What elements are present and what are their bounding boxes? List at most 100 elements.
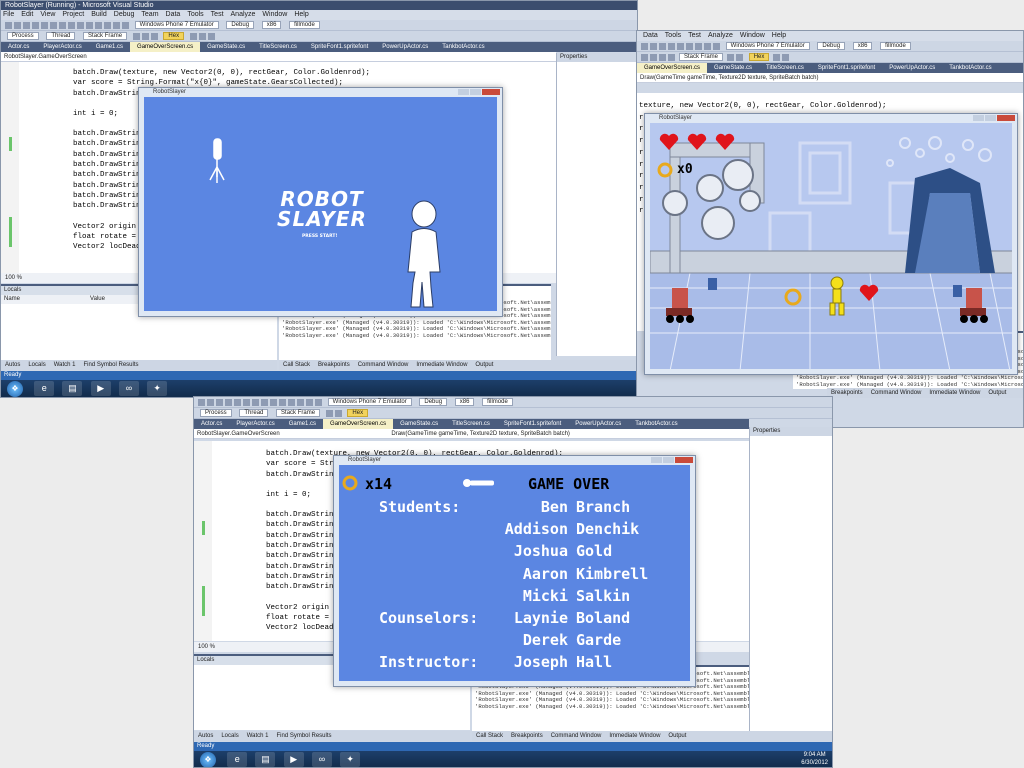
class-path[interactable]: RobotSlayer.GameOverScreen bbox=[4, 54, 87, 60]
debug-tab[interactable]: Immediate Window bbox=[929, 390, 980, 396]
clock[interactable]: 9:04 AM 6/30/2012 bbox=[801, 751, 828, 767]
doc-tab[interactable]: TitleScreen.cs bbox=[759, 63, 811, 73]
menu-item[interactable]: Tools bbox=[665, 32, 681, 39]
menu-item[interactable]: Debug bbox=[114, 11, 135, 18]
start-button[interactable]: ❖ bbox=[7, 381, 23, 397]
doc-tab[interactable]: GameState.cs bbox=[393, 419, 445, 429]
vs-icon[interactable]: ∞ bbox=[118, 381, 139, 396]
menu-item[interactable]: Window bbox=[262, 11, 287, 18]
method-path[interactable]: Draw(GameTime gameTime, Texture2D textur… bbox=[640, 75, 819, 81]
debug-tab[interactable]: Watch 1 bbox=[247, 733, 269, 739]
process-dropdown-bottom[interactable]: Process bbox=[200, 409, 232, 417]
stack-frame-dropdown[interactable]: Stack Frame bbox=[83, 32, 128, 40]
hex-button-bottom[interactable]: Hex bbox=[347, 409, 369, 417]
debug-tab[interactable]: Immediate Window bbox=[416, 362, 467, 368]
game-icon[interactable]: ✦ bbox=[147, 381, 168, 396]
media-icon[interactable]: ▶ bbox=[90, 381, 111, 396]
config-dropdown[interactable]: Debug bbox=[226, 21, 255, 29]
debug-tab[interactable]: Breakpoints bbox=[318, 362, 350, 368]
game-window-credits[interactable]: RobotSlayer x14 GAME OVER Students: Ben Br… bbox=[333, 455, 696, 687]
folder-icon[interactable]: ▤ bbox=[62, 381, 83, 396]
ie-icon[interactable]: e bbox=[34, 381, 55, 396]
platform-dropdown-bottom[interactable]: Windows Phone 7 Emulator bbox=[327, 398, 412, 406]
menu-item[interactable]: File bbox=[3, 11, 14, 18]
doc-tab[interactable]: PowerUpActor.cs bbox=[375, 42, 435, 52]
debug-tab[interactable]: Call Stack bbox=[283, 362, 310, 368]
class-path-bottom[interactable]: RobotSlayer.GameOverScreen bbox=[197, 431, 280, 437]
menu-item[interactable]: Test bbox=[211, 11, 224, 18]
menu-item[interactable]: Build bbox=[91, 11, 107, 18]
find-box[interactable]: fillmode bbox=[289, 21, 320, 29]
debug-tab[interactable]: Find Symbol Results bbox=[83, 362, 138, 368]
doc-tab[interactable]: PlayerActor.cs bbox=[36, 42, 88, 52]
doc-tab[interactable]: GameState.cs bbox=[200, 42, 252, 52]
config-dropdown-bottom[interactable]: Debug bbox=[419, 398, 448, 406]
media-icon[interactable]: ▶ bbox=[283, 752, 304, 767]
doc-tab[interactable]: PlayerActor.cs bbox=[229, 419, 281, 429]
menu-item[interactable]: Team bbox=[141, 11, 158, 18]
doc-tab[interactable]: TankbotActor.cs bbox=[435, 42, 491, 52]
start-button-bottom[interactable]: ❖ bbox=[200, 752, 216, 767]
doc-tab[interactable]: TitleScreen.cs bbox=[252, 42, 304, 52]
menu-item[interactable]: View bbox=[40, 11, 55, 18]
debug-tab[interactable]: Call Stack bbox=[476, 733, 503, 739]
doc-tab[interactable]: SpriteFont1.spritefont bbox=[811, 63, 882, 73]
debug-tab[interactable]: Command Window bbox=[551, 733, 602, 739]
debug-tab[interactable]: Watch 1 bbox=[54, 362, 76, 368]
hex-button[interactable]: Hex bbox=[163, 32, 185, 40]
stack-frame-dropdown-bottom[interactable]: Stack Frame bbox=[276, 409, 321, 417]
doc-tab[interactable]: TankbotActor.cs bbox=[628, 419, 684, 429]
game-window-play[interactable]: RobotSlayer x0 bbox=[644, 113, 1018, 375]
debug-tab[interactable]: Output bbox=[988, 390, 1006, 396]
find-box-bottom[interactable]: fillmode bbox=[482, 398, 513, 406]
debug-tab[interactable]: Breakpoints bbox=[511, 733, 543, 739]
stack-frame-dropdown-right[interactable]: Stack Frame bbox=[679, 53, 724, 61]
hex-button-right[interactable]: Hex bbox=[748, 53, 770, 61]
doc-tab[interactable]: TitleScreen.cs bbox=[445, 419, 497, 429]
menu-item[interactable]: Window bbox=[740, 32, 765, 39]
method-path-bottom[interactable]: Draw(GameTime gameTime, Texture2D textur… bbox=[391, 431, 570, 437]
debug-tab[interactable]: Output bbox=[668, 733, 686, 739]
menu-item[interactable]: Help bbox=[294, 11, 308, 18]
thread-dropdown[interactable]: Thread bbox=[46, 32, 76, 40]
doc-tab[interactable]: SpriteFont1.spritefont bbox=[304, 42, 375, 52]
menu-item[interactable]: Analyze bbox=[708, 32, 733, 39]
find-box-right[interactable]: fillmode bbox=[880, 42, 911, 50]
debug-tab[interactable]: Find Symbol Results bbox=[276, 733, 331, 739]
config-dropdown-right[interactable]: Debug bbox=[817, 42, 846, 50]
game-window-title[interactable]: RobotSlayer ROBOT SLAYER PRESS START! bbox=[138, 87, 503, 317]
debug-tab[interactable]: Output bbox=[475, 362, 493, 368]
doc-tab[interactable]: GameState.cs bbox=[707, 63, 759, 73]
menu-item[interactable]: Project bbox=[62, 11, 84, 18]
doc-tab[interactable]: PowerUpActor.cs bbox=[568, 419, 628, 429]
doc-tab[interactable]: Actor.cs bbox=[194, 419, 229, 429]
doc-tab[interactable]: GameOverScreen.cs bbox=[323, 419, 394, 429]
ie-icon[interactable]: e bbox=[227, 752, 248, 767]
menu-item[interactable]: Test bbox=[688, 32, 701, 39]
cpu-dropdown[interactable]: x86 bbox=[261, 21, 282, 29]
menu-item[interactable]: Data bbox=[643, 32, 658, 39]
menu-item[interactable]: Data bbox=[166, 11, 181, 18]
cpu-dropdown-right[interactable]: x86 bbox=[852, 42, 873, 50]
doc-tab[interactable]: GameOverScreen.cs bbox=[130, 42, 201, 52]
zoom-level-bottom[interactable]: 100 % bbox=[198, 644, 215, 650]
debug-tab[interactable]: Breakpoints bbox=[831, 390, 863, 396]
game-icon[interactable]: ✦ bbox=[340, 752, 361, 767]
menu-item[interactable]: Help bbox=[772, 32, 786, 39]
debug-tab[interactable]: Locals bbox=[221, 733, 238, 739]
doc-tab[interactable]: PowerUpActor.cs bbox=[882, 63, 942, 73]
debug-tab[interactable]: Immediate Window bbox=[609, 733, 660, 739]
menu-item[interactable]: Edit bbox=[21, 11, 33, 18]
doc-tab[interactable]: Game1.cs bbox=[282, 419, 323, 429]
menu-item[interactable]: Tools bbox=[187, 11, 203, 18]
platform-dropdown-right[interactable]: Windows Phone 7 Emulator bbox=[725, 42, 810, 50]
menu-item[interactable]: Analyze bbox=[231, 11, 256, 18]
doc-tab[interactable]: GameOverScreen.cs bbox=[637, 63, 708, 73]
platform-dropdown[interactable]: Windows Phone 7 Emulator bbox=[134, 21, 219, 29]
vs-icon[interactable]: ∞ bbox=[311, 752, 332, 767]
doc-tab[interactable]: Actor.cs bbox=[1, 42, 36, 52]
debug-tab[interactable]: Autos bbox=[5, 362, 20, 368]
doc-tab[interactable]: TankbotActor.cs bbox=[942, 63, 998, 73]
thread-dropdown-bottom[interactable]: Thread bbox=[239, 409, 269, 417]
doc-tab[interactable]: SpriteFont1.spritefont bbox=[497, 419, 568, 429]
